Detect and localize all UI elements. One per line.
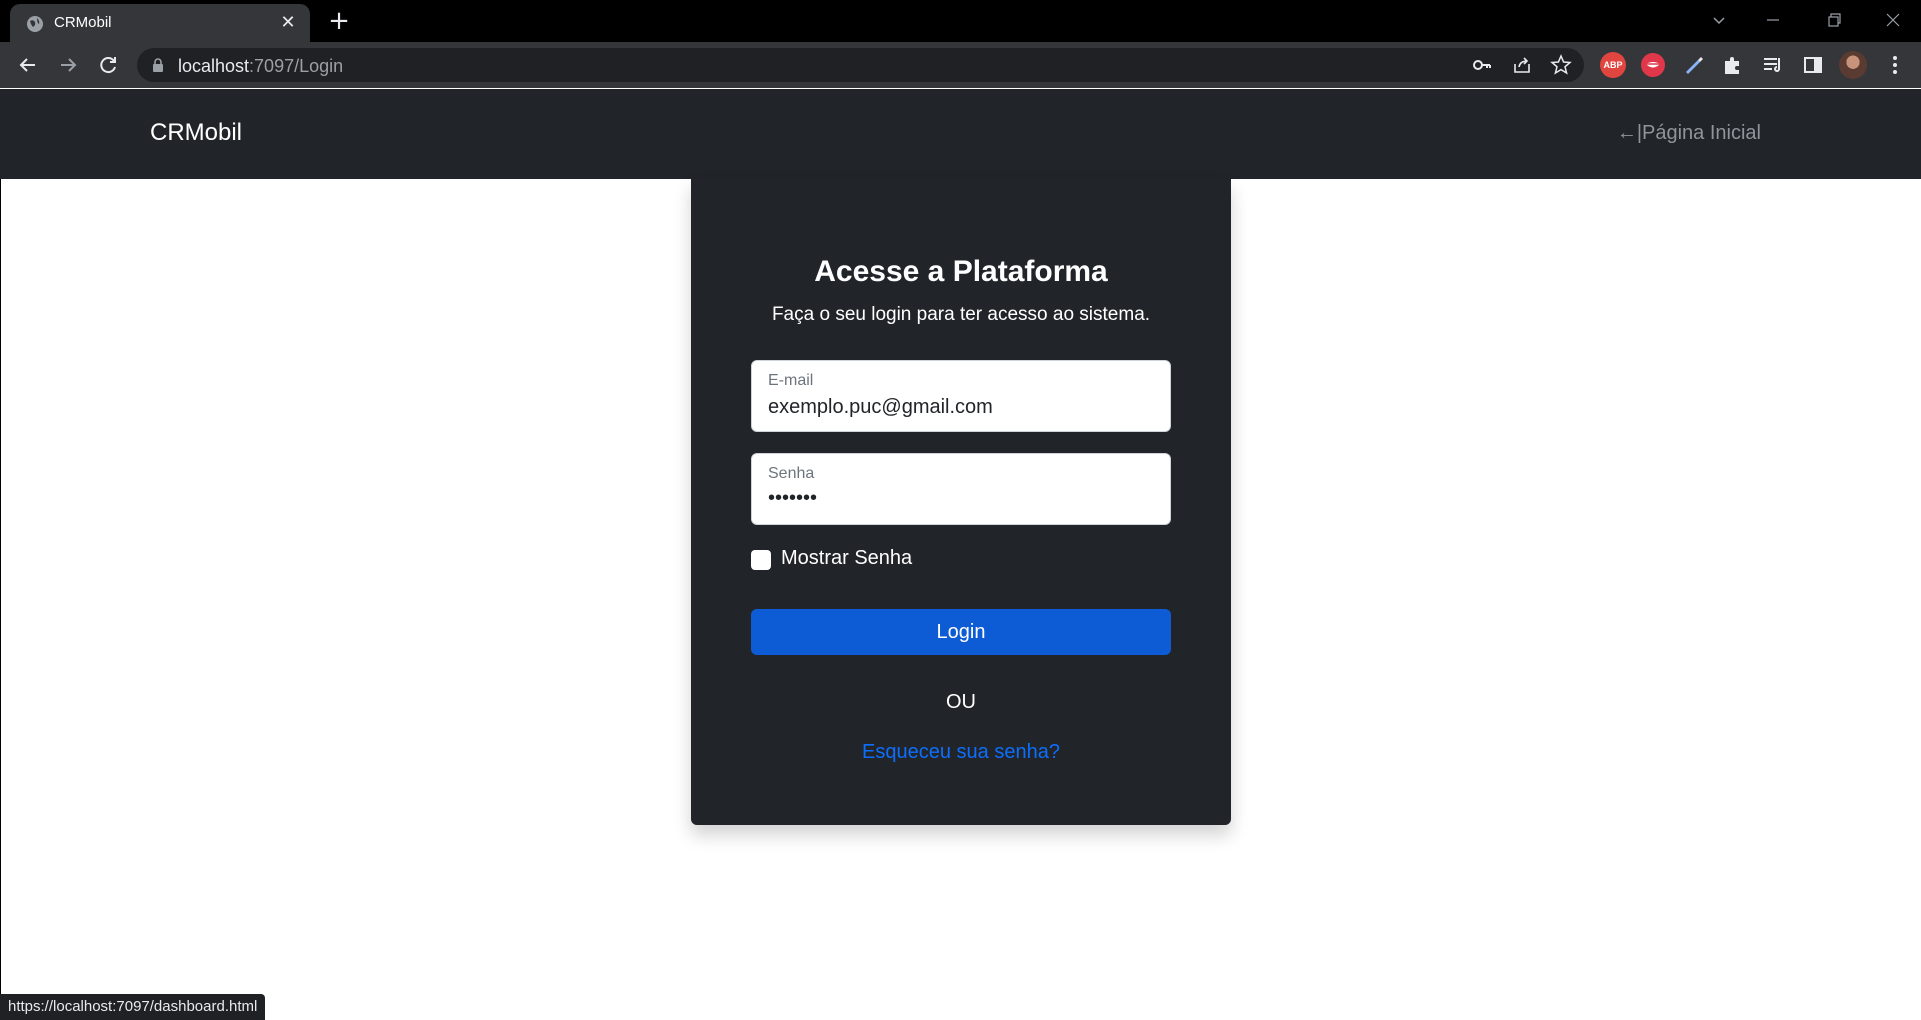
share-icon[interactable] — [1511, 54, 1533, 76]
puzzle-icon[interactable] — [1720, 52, 1746, 78]
url-host: localhost — [178, 56, 250, 76]
login-subtitle: Faça o seu login para ter acesso ao sist… — [771, 304, 1151, 325]
page-title: Acesse a Plataforma — [814, 255, 1108, 288]
address-bar[interactable]: localhost:7097/Login — [137, 48, 1584, 82]
playlist-icon[interactable] — [1760, 52, 1786, 78]
reload-icon[interactable] — [94, 51, 122, 79]
lips-icon[interactable] — [1640, 52, 1666, 78]
abp-icon[interactable]: ABP — [1600, 52, 1626, 78]
forgot-password-link: Esqueceu sua senha? — [691, 741, 1231, 764]
lock-icon[interactable] — [152, 58, 164, 72]
url-path: :7097/Login — [249, 56, 344, 76]
back-icon[interactable] — [14, 51, 42, 79]
close-window-icon[interactable] — [1881, 8, 1905, 32]
url-text[interactable]: localhost:7097/Login — [178, 56, 343, 77]
star-icon[interactable] — [1550, 54, 1572, 76]
login-card: Acesse a Plataforma Faça o seu login par… — [691, 179, 1231, 825]
tab-title: CRMobil — [54, 14, 112, 31]
browser-toolbar: localhost:7097/Login ABP — [0, 42, 1921, 88]
email-field[interactable]: E-mail — [751, 360, 1171, 432]
forgot-password-link-text[interactable]: Esqueceu sua senha? — [862, 741, 1060, 763]
menu-icon[interactable] — [1882, 52, 1908, 78]
tab-search-icon[interactable] — [1707, 8, 1731, 32]
browser-tab[interactable]: CRMobil ✕ — [10, 4, 310, 42]
home-page-link[interactable]: ←|Página Inicial — [1617, 122, 1761, 145]
show-password-checkbox[interactable] — [751, 550, 771, 570]
close-tab-icon[interactable]: ✕ — [278, 13, 298, 33]
password-label: Senha — [768, 465, 815, 482]
browser-tab-bar: CRMobil ✕ + — [0, 0, 1921, 42]
pen-icon[interactable] — [1680, 52, 1706, 78]
forward-icon[interactable] — [54, 51, 82, 79]
link-status-bar: https://localhost:7097/dashboard.html — [0, 994, 266, 1020]
new-tab-button[interactable]: + — [326, 8, 352, 34]
globe-icon — [27, 16, 43, 32]
password-field[interactable]: Senha ••••••• — [751, 453, 1171, 525]
brand-logo[interactable]: CRMobil — [150, 119, 242, 147]
minimize-icon[interactable] — [1761, 8, 1785, 32]
email-label: E-mail — [768, 372, 814, 389]
app-navbar: CRMobil ←|Página Inicial — [0, 89, 1921, 179]
login-button[interactable]: Login — [751, 609, 1171, 655]
page-border — [0, 179, 1, 994]
password-input[interactable]: ••••••• — [768, 487, 1148, 510]
sidepanel-icon[interactable] — [1800, 52, 1826, 78]
or-separator: OU — [946, 691, 976, 713]
restore-icon[interactable] — [1822, 8, 1846, 32]
avatar[interactable] — [1839, 51, 1867, 79]
show-password-label[interactable]: Mostrar Senha — [781, 547, 912, 570]
email-input[interactable] — [768, 396, 1148, 419]
key-icon[interactable] — [1471, 54, 1493, 76]
